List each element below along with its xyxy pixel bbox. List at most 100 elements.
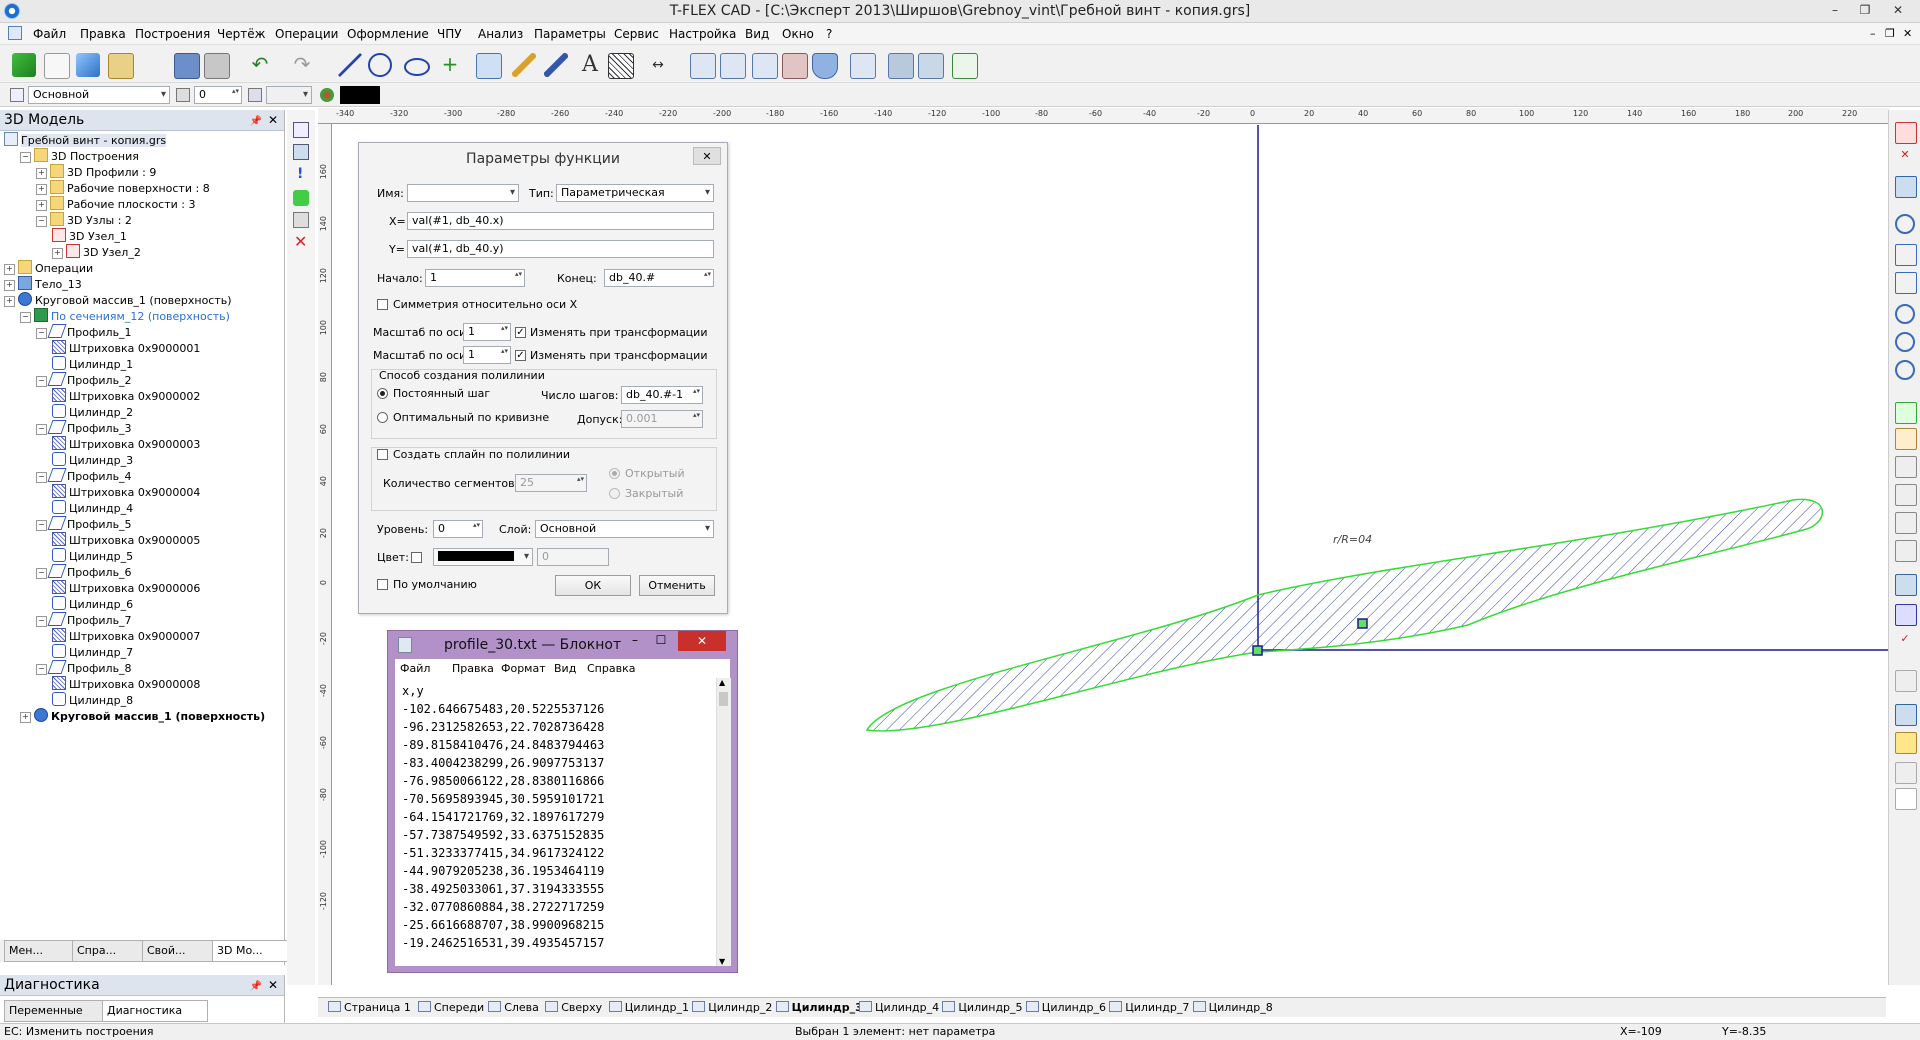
restore-button[interactable]: ❐ xyxy=(1850,0,1880,20)
expand-icon[interactable]: + xyxy=(4,296,15,307)
notepad-close-button[interactable]: ✕ xyxy=(678,631,726,651)
default-checkbox[interactable] xyxy=(377,579,388,590)
dialog-close-button[interactable]: ✕ xyxy=(693,147,721,165)
tab-diagnostics[interactable]: Диагностика xyxy=(102,1000,208,1022)
tab-properties[interactable]: Свой... xyxy=(142,940,218,962)
segments-input[interactable]: 25 xyxy=(515,474,587,492)
zoom-in-icon[interactable] xyxy=(1895,304,1915,324)
collapse-icon[interactable]: − xyxy=(36,664,47,675)
tools-icon[interactable] xyxy=(918,53,944,79)
scroll-thumb[interactable] xyxy=(719,692,728,706)
info-icon[interactable]: ! xyxy=(297,166,303,182)
tree-item[interactable]: 3D Узел_1 xyxy=(52,228,127,244)
menu-service[interactable]: Сервис xyxy=(614,27,659,41)
cancel-button[interactable]: Отменить xyxy=(639,575,715,596)
diag-pin-icon[interactable]: 📌 xyxy=(250,977,262,997)
new-file-icon[interactable] xyxy=(44,53,70,79)
notepad-text-area[interactable]: x,y -102.646675483,20.5225537126 -96.23125… xyxy=(395,678,716,966)
collapse-icon[interactable]: − xyxy=(20,152,31,163)
edit-icon[interactable] xyxy=(544,53,568,77)
sketch-icon[interactable] xyxy=(476,53,502,79)
text-icon[interactable]: A xyxy=(578,53,602,77)
tab-3d-model[interactable]: 3D Мо... xyxy=(212,940,292,962)
notepad-scrollbar[interactable]: ▲ ▼ xyxy=(716,678,731,966)
menu-cnc[interactable]: ЧПУ xyxy=(437,27,462,41)
const-step-radio[interactable] xyxy=(377,388,388,399)
fragment-icon[interactable] xyxy=(720,53,746,79)
tree-item[interactable]: − 3D Построения xyxy=(20,148,139,164)
tab-help[interactable]: Спра... xyxy=(72,940,148,962)
tree-item[interactable]: − По сечениям_12 (поверхность) xyxy=(20,308,230,324)
collapse-icon[interactable]: − xyxy=(36,424,47,435)
lock-icon[interactable] xyxy=(293,212,309,228)
page-tab[interactable]: Сверху xyxy=(545,1000,602,1016)
snap-off-icon[interactable]: ✕ xyxy=(1895,148,1915,168)
tree-item[interactable]: − Профиль_4 xyxy=(36,468,132,484)
level-input[interactable]: 0 xyxy=(433,520,483,538)
chain-icon[interactable] xyxy=(1895,540,1917,562)
menu-view[interactable]: Вид xyxy=(745,27,769,41)
print-icon[interactable] xyxy=(204,53,230,79)
points-icon[interactable] xyxy=(1895,484,1917,506)
transform-x-checkbox[interactable]: ✓ xyxy=(515,327,526,338)
page-tab[interactable]: Цилиндр_2 xyxy=(692,1000,772,1016)
page-tab[interactable]: Цилиндр_6 xyxy=(1025,1000,1106,1016)
color-number-input[interactable]: 0 xyxy=(537,548,609,566)
tree-item[interactable]: Цилиндр_3 xyxy=(52,452,133,468)
box-icon[interactable] xyxy=(1895,704,1917,726)
collapse-icon[interactable]: − xyxy=(36,568,47,579)
tree-item[interactable]: − Профиль_1 xyxy=(36,324,132,340)
line-icon[interactable] xyxy=(338,53,362,77)
collapse-icon[interactable]: − xyxy=(36,376,47,387)
close-button[interactable]: ✕ xyxy=(1880,0,1916,20)
collapse-icon[interactable]: − xyxy=(36,216,47,227)
node-icon[interactable]: + xyxy=(438,53,462,77)
level-input[interactable]: 0 xyxy=(194,86,242,104)
circle-icon[interactable] xyxy=(368,53,392,77)
menu-construct[interactable]: Построения xyxy=(135,27,210,41)
tolerance-input[interactable]: 0.001 xyxy=(621,410,703,428)
menu-drawing[interactable]: Чертёж xyxy=(217,27,265,41)
tree-item[interactable]: Цилиндр_7 xyxy=(52,644,133,660)
tree-item[interactable]: Штриховка 0x9000004 xyxy=(52,484,200,500)
point-icon[interactable] xyxy=(1895,456,1917,478)
tree-item[interactable]: Штриховка 0x9000006 xyxy=(52,580,200,596)
menu-window[interactable]: Окно xyxy=(782,27,814,41)
tree-item[interactable]: Штриховка 0x9000005 xyxy=(52,532,200,548)
color-picker-icon[interactable] xyxy=(320,88,334,102)
plane-icon[interactable] xyxy=(1895,670,1917,692)
steps-input[interactable]: db_40.#-1 xyxy=(621,386,703,404)
pin-icon[interactable]: 📌 xyxy=(250,112,262,132)
x-expression-input[interactable]: val(#1, db_40.x) xyxy=(407,212,714,230)
tree-item[interactable]: − Профиль_7 xyxy=(36,612,132,628)
zoom-prev-icon[interactable] xyxy=(1895,360,1915,380)
tree-item[interactable]: Цилиндр_1 xyxy=(52,356,133,372)
np-menu-help[interactable]: Справка xyxy=(587,662,635,675)
zoom-icon[interactable] xyxy=(1895,214,1915,234)
page-tab[interactable]: Цилиндр_3 xyxy=(775,1000,863,1016)
page-tab[interactable]: Страница 1 xyxy=(328,1000,411,1016)
ellipse-icon[interactable] xyxy=(404,58,430,76)
end-input[interactable]: db_40.# xyxy=(604,269,714,287)
collapse-icon[interactable]: − xyxy=(36,328,47,339)
redo-icon[interactable]: ↷ xyxy=(290,53,314,77)
current-color-swatch[interactable] xyxy=(340,86,380,104)
transform-y-checkbox[interactable]: ✓ xyxy=(515,350,526,361)
scale-y-input[interactable]: 1 xyxy=(463,346,511,364)
scroll-down-arrow[interactable]: ▼ xyxy=(719,957,725,966)
doc-close-button[interactable]: ✕ xyxy=(1903,27,1912,40)
scroll-up-arrow[interactable]: ▲ xyxy=(719,678,725,687)
collapse-icon[interactable]: − xyxy=(20,312,31,323)
expand-icon[interactable]: + xyxy=(36,184,47,195)
check-cross-icon[interactable]: ✓ xyxy=(1895,632,1915,652)
tree-item[interactable]: − Профиль_2 xyxy=(36,372,132,388)
menu-operations[interactable]: Операции xyxy=(275,27,338,41)
cube-icon[interactable] xyxy=(1895,604,1917,626)
np-menu-view[interactable]: Вид xyxy=(554,662,576,675)
expand-icon[interactable]: + xyxy=(4,264,15,275)
style-select[interactable] xyxy=(266,86,312,104)
tree-item[interactable]: +3D Узел_2 xyxy=(52,244,141,260)
symmetry-checkbox[interactable] xyxy=(377,299,388,310)
notepad-maximize-button[interactable]: ☐ xyxy=(648,633,674,647)
filter-icon[interactable] xyxy=(293,144,309,160)
